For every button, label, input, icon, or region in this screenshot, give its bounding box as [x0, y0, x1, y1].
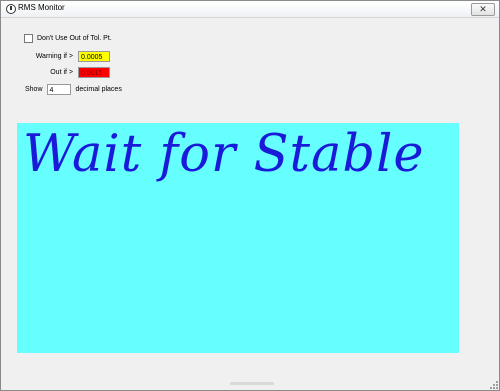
window-title: RMS Monitor: [18, 3, 65, 12]
dont-use-label: Don't Use Out of Tol. Pt.: [37, 35, 112, 42]
out-label: Out if >: [50, 69, 73, 76]
client-area: Don't Use Out of Tol. Pt. Warning if > 0…: [5, 23, 495, 385]
decimal-places-field[interactable]: 4: [46, 84, 71, 95]
warning-label: Warning if >: [35, 53, 73, 60]
status-message: Wait for Stable: [23, 125, 425, 184]
out-threshold-field[interactable]: 0.0015: [78, 67, 110, 78]
dont-use-option[interactable]: Don't Use Out of Tol. Pt.: [24, 34, 112, 43]
status-panel: Wait for Stable: [17, 123, 459, 353]
decimal-places-label: decimal places: [75, 86, 122, 93]
resize-grip-icon[interactable]: [488, 379, 498, 389]
rms-monitor-window: RMS Monitor ✕ Don't Use Out of Tol. Pt. …: [0, 0, 500, 391]
close-button[interactable]: ✕: [471, 3, 495, 16]
warning-row: Warning if > 0.0005: [35, 51, 110, 62]
show-label: Show: [25, 86, 43, 93]
dont-use-checkbox[interactable]: [24, 34, 33, 43]
bottom-edge-mark: [230, 382, 274, 385]
out-row: Out if > 0.0015: [35, 67, 110, 78]
title-bar[interactable]: RMS Monitor ✕: [1, 1, 499, 18]
app-icon[interactable]: [6, 4, 16, 14]
warning-threshold-field[interactable]: 0.0005: [78, 51, 110, 62]
decimal-row: Show 4 decimal places: [25, 84, 122, 95]
